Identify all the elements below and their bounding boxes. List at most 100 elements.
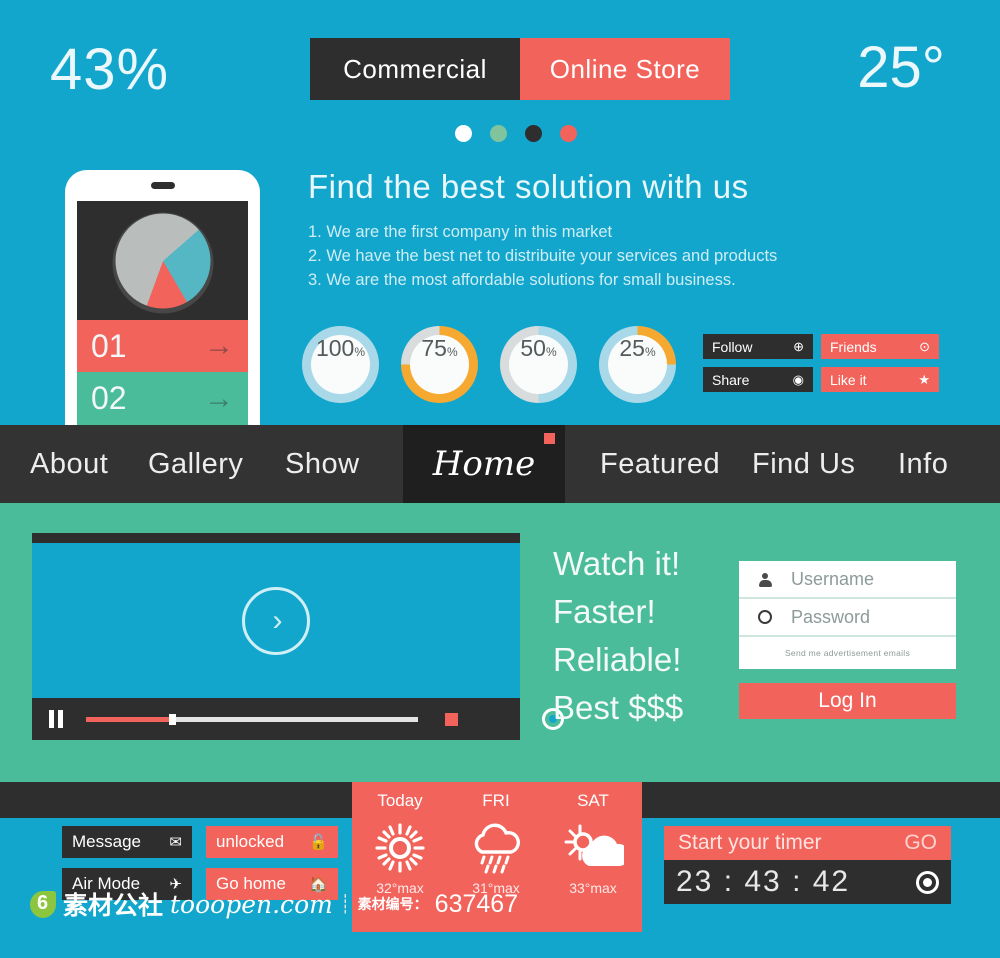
stop-button[interactable]: [428, 712, 474, 726]
progress-value: 25: [619, 335, 645, 361]
nav-item-find-us[interactable]: Find Us: [752, 448, 855, 481]
timer-widget: Start your timer GO 23 : 43 : 42: [664, 826, 951, 904]
progress-unit: %: [545, 345, 557, 359]
login-button[interactable]: Log In: [739, 683, 956, 719]
temperature-indicator: 25°: [857, 35, 945, 100]
arrow-right-icon: →: [204, 381, 234, 415]
nav-item-home-label: Home: [432, 444, 536, 484]
watermark-site-name: 素材公社: [63, 892, 164, 920]
share-button[interactable]: Share ◉: [703, 367, 813, 392]
player-controls: [32, 698, 564, 740]
timer-title: Start your timer: [678, 831, 822, 854]
nav-item-gallery[interactable]: Gallery: [148, 448, 243, 481]
friends-label: Friends: [830, 338, 877, 355]
phone-speaker: [150, 182, 175, 189]
unlocked-button[interactable]: unlocked 🔓: [206, 826, 338, 858]
progress-inner: 75 %: [410, 335, 469, 394]
friends-button[interactable]: Friends ⊙: [821, 334, 939, 359]
player-screen[interactable]: ›: [32, 543, 520, 698]
user-icon: [739, 572, 791, 587]
follow-label: Follow: [712, 338, 753, 355]
nav-item-featured[interactable]: Featured: [600, 448, 720, 481]
progress-circle-25: 25 %: [599, 326, 676, 403]
timer-header: Start your timer GO: [664, 826, 951, 860]
rain-cloud-icon: [468, 820, 524, 876]
watermark: 素材公社 tooopen.com ┊ 素材编号： 637467: [30, 886, 518, 922]
timer-record-button[interactable]: [916, 870, 939, 894]
unlocked-label: unlocked: [216, 832, 285, 851]
hero-bullet-1: 1. We are the first company in this mark…: [308, 223, 613, 241]
segmented-toggle[interactable]: Commercial Online Store: [310, 38, 730, 100]
record-icon: [923, 877, 932, 887]
like-label: Like it: [830, 371, 867, 388]
like-button[interactable]: Like it ★: [821, 367, 939, 392]
target-circle-icon: ⊙: [919, 338, 930, 354]
weather-day-label: Today: [377, 791, 423, 810]
hero-bullets: 1. We are the first company in this mark…: [308, 220, 777, 292]
carousel-dot-4[interactable]: [560, 125, 577, 142]
progress-bar-handle[interactable]: [169, 713, 176, 725]
tagline-3: Reliable!: [553, 641, 682, 678]
nav-item-about[interactable]: About: [30, 448, 108, 481]
progress-circle-100: 100 %: [302, 326, 379, 403]
watermark-domain: tooopen.com: [170, 889, 333, 919]
weather-day-label: SAT: [577, 791, 609, 810]
weather-day-label: FRI: [482, 791, 510, 810]
phone-row-02[interactable]: 02 →: [77, 372, 248, 425]
sun-cloud-icon: [562, 820, 624, 876]
message-button[interactable]: Message ✉: [62, 826, 192, 858]
username-field[interactable]: Username: [739, 561, 956, 599]
nav-item-home[interactable]: Home: [403, 425, 565, 503]
tagline-4: Best $$$: [553, 689, 684, 726]
leaf-logo-icon: [30, 890, 56, 918]
tagline-2: Faster!: [553, 593, 656, 630]
nav-item-info[interactable]: Info: [898, 448, 948, 481]
pause-button[interactable]: [32, 710, 80, 728]
lock-circle-icon: [739, 610, 791, 624]
carousel-dots[interactable]: [455, 125, 577, 142]
carousel-dot-2[interactable]: [490, 125, 507, 142]
message-label: Message: [72, 832, 141, 851]
weather-temp: 33°max: [569, 880, 617, 896]
progress-inner: 100 %: [311, 335, 370, 394]
phone-row-01-number: 01: [91, 327, 127, 364]
phone-mockup: 01 → 02 →: [65, 170, 260, 425]
progress-circle-75: 75 %: [401, 326, 478, 403]
phone-row-01[interactable]: 01 →: [77, 320, 248, 372]
unlock-icon: 🔓: [309, 834, 328, 851]
hero-bullet-2: 2. We have the best net to distribuite y…: [308, 247, 778, 265]
hero-headline: Find the best solution with us: [308, 168, 749, 205]
play-button[interactable]: ›: [242, 586, 310, 655]
password-placeholder: Password: [791, 606, 871, 627]
timer-go-button[interactable]: GO: [904, 831, 937, 855]
nav-item-show[interactable]: Show: [285, 448, 360, 481]
timer-body: 23 : 43 : 42: [664, 860, 951, 904]
progress-inner: 25 %: [608, 335, 667, 394]
follow-button[interactable]: Follow ⊕: [703, 334, 813, 359]
progress-bar[interactable]: [86, 713, 418, 725]
advertisement-checkbox[interactable]: Send me advertisement emails: [739, 637, 956, 669]
toggle-online-store[interactable]: Online Store: [520, 38, 730, 100]
carousel-dot-1[interactable]: [455, 125, 472, 142]
weather-column-sat: SAT 33°max: [545, 782, 641, 932]
tagline-1: Watch it!: [553, 545, 681, 582]
share-circle-icon: ◉: [792, 371, 804, 387]
toggle-commercial[interactable]: Commercial: [310, 38, 520, 100]
carousel-dot-3[interactable]: [525, 125, 542, 142]
main-navigation: About Gallery Show Home Featured Find Us…: [0, 425, 1000, 503]
pause-icon-bar-1: [49, 710, 54, 728]
watermark-separator: ┊: [339, 893, 351, 914]
progress-value: 50: [520, 335, 546, 361]
percent-indicator: 43%: [50, 37, 170, 102]
progress-unit: %: [446, 345, 458, 359]
social-buttons: Follow ⊕ Friends ⊙ Share ◉ Like it ★: [703, 334, 939, 392]
arrow-right-icon: →: [204, 329, 234, 362]
notification-badge-icon: [544, 433, 555, 444]
login-form: Username Password Send me advertisement …: [739, 561, 956, 719]
password-field[interactable]: Password: [739, 599, 956, 637]
progress-circle-50: 50 %: [500, 326, 577, 403]
watch-taglines: Watch it! Faster! Reliable! Best $$$: [553, 540, 683, 732]
phone-row-02-number: 02: [91, 380, 127, 416]
player-topbar: [32, 533, 520, 543]
username-placeholder: Username: [791, 568, 875, 589]
